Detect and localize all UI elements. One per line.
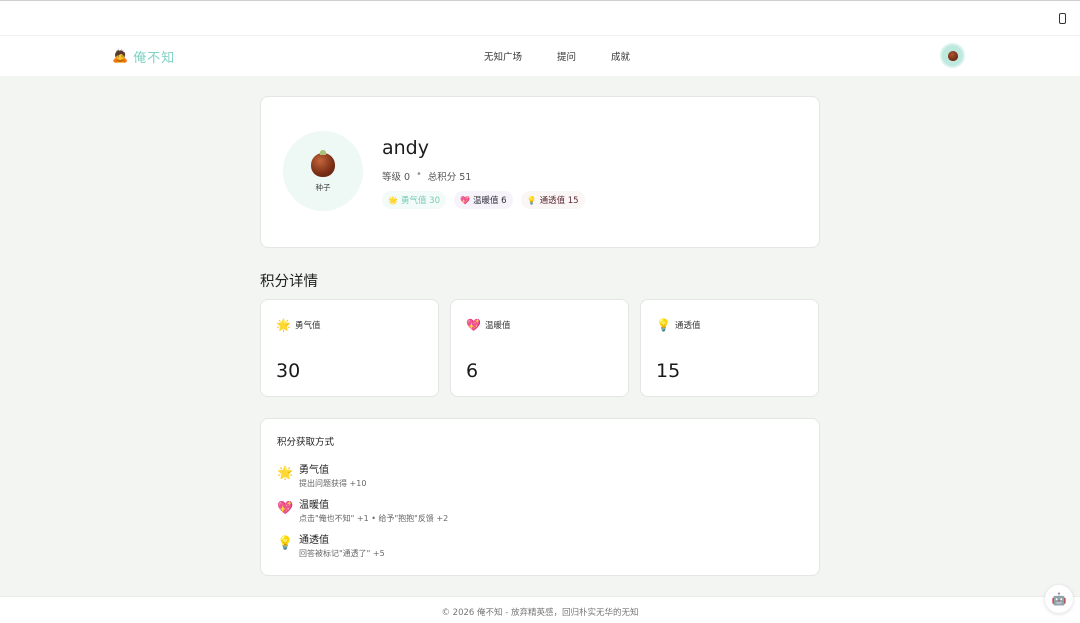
- rule-name: 通透值: [299, 535, 329, 546]
- rule-item-warmth: 💖 温暖值 点击"俺也不知" +1 • 给予"抱抱"反馈 +2: [277, 499, 448, 525]
- stat-card-courage: 🌟 勇气值 30: [260, 299, 439, 397]
- stat-card-clarity: 💡 通透值 15: [640, 299, 819, 397]
- site-footer: © 2026 俺不知 - 放弃精英感，回归朴实无华的无知: [0, 596, 1080, 623]
- profile-card: 种子 andy 等级 0 • 总积分 51 🌟 勇气值 30 💖 温暖值 6 💡…: [260, 96, 820, 248]
- stat-label: 勇气值: [295, 321, 321, 331]
- rule-name: 温暖值: [299, 500, 329, 511]
- nav-item-ask[interactable]: 提问: [557, 49, 576, 63]
- rule-name: 勇气值: [299, 465, 329, 476]
- logo-icon: 🙇: [112, 48, 129, 64]
- nav-item-achievements[interactable]: 成就: [611, 49, 630, 63]
- meta-separator: •: [416, 169, 422, 180]
- chestnut-icon: [311, 150, 335, 177]
- profile-level: 等级 0: [382, 172, 411, 183]
- heart-icon: 💖: [466, 318, 481, 332]
- star-icon: 🌟: [277, 466, 294, 481]
- user-avatar-button[interactable]: [942, 45, 963, 66]
- chestnut-icon: [947, 50, 958, 61]
- badge-list: 🌟 勇气值 30 💖 温暖值 6 💡 通透值 15: [382, 191, 585, 209]
- profile-meta: 等级 0 • 总积分 51: [382, 169, 471, 183]
- logo-text: 俺不知: [133, 51, 176, 66]
- badge-clarity: 💡 通透值 15: [520, 191, 585, 209]
- avatar-caption: 种子: [315, 183, 331, 192]
- rule-item-courage: 🌟 勇气值 提出问题获得 +10: [277, 464, 366, 490]
- heart-icon: 💖: [460, 195, 470, 205]
- rule-desc: 点击"俺也不知" +1 • 给予"抱抱"反馈 +2: [299, 514, 449, 523]
- stat-value: 15: [656, 360, 681, 382]
- profile-total-points: 总积分 51: [427, 172, 472, 183]
- profile-name: andy: [382, 137, 429, 159]
- main-nav: 无知广场 提问 成就: [484, 49, 630, 63]
- browser-toolbar: [0, 0, 1080, 36]
- lightbulb-icon: 💡: [277, 536, 294, 551]
- stat-label: 通透值: [675, 321, 701, 331]
- badge-courage: 🌟 勇气值 30: [382, 191, 446, 209]
- site-logo[interactable]: 🙇 俺不知: [112, 47, 176, 67]
- stat-card-warmth: 💖 温暖值 6: [450, 299, 629, 397]
- nav-item-plaza[interactable]: 无知广场: [484, 49, 522, 63]
- stat-value: 6: [466, 360, 479, 382]
- rule-desc: 提出问题获得 +10: [299, 479, 367, 488]
- stat-label: 温暖值: [485, 321, 511, 331]
- stat-value: 30: [276, 360, 301, 382]
- rule-desc: 回答被标记"通透了" +5: [299, 549, 385, 558]
- heart-icon: 💖: [277, 501, 294, 516]
- extension-icon[interactable]: [1059, 13, 1066, 24]
- robot-icon: 🤖: [1051, 592, 1067, 606]
- star-icon: 🌟: [276, 318, 291, 332]
- rules-title: 积分获取方式: [277, 437, 335, 448]
- badge-label: 通透值 15: [539, 196, 579, 206]
- profile-avatar: 种子: [283, 131, 363, 211]
- lightbulb-icon: 💡: [656, 318, 671, 332]
- badge-label: 温暖值 6: [472, 196, 507, 206]
- badge-label: 勇气值 30: [400, 196, 440, 206]
- footer-text: © 2026 俺不知 - 放弃精英感，回归朴实无华的无知: [441, 608, 639, 618]
- site-header: 🙇 俺不知 无知广场 提问 成就: [0, 36, 1080, 76]
- badge-warmth: 💖 温暖值 6: [454, 191, 513, 209]
- rule-item-clarity: 💡 通透值 回答被标记"通透了" +5: [277, 534, 385, 560]
- star-icon: 🌟: [388, 195, 398, 205]
- points-rules-card: 积分获取方式 🌟 勇气值 提出问题获得 +10 💖 温暖值 点击"俺也不知" +…: [260, 418, 820, 576]
- lightbulb-icon: 💡: [526, 195, 537, 205]
- chat-assistant-button[interactable]: 🤖: [1045, 585, 1073, 613]
- section-title: 积分详情: [260, 274, 318, 290]
